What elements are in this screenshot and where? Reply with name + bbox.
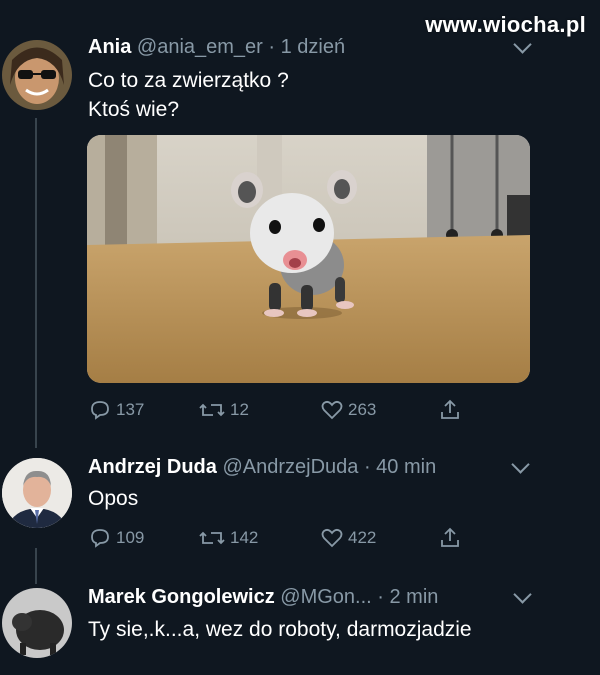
tweet-line: Ktoś wie? — [88, 98, 180, 121]
reply-count: 137 — [116, 400, 145, 419]
tweet-header: Ania @ania_em_er · 1 dzień — [88, 36, 345, 59]
author-handle[interactable]: @AndrzejDuda — [222, 456, 358, 478]
author-name[interactable]: Ania — [88, 36, 131, 58]
avatar[interactable] — [2, 458, 72, 528]
avatar[interactable] — [2, 588, 72, 658]
share-button[interactable] — [438, 396, 466, 424]
share-icon — [441, 527, 459, 547]
like-count: 263 — [348, 400, 377, 419]
tweet-actions: 109 142 422 — [88, 524, 488, 552]
avatar[interactable] — [2, 40, 72, 110]
reply-button[interactable]: 137 — [88, 396, 144, 424]
like-count: 422 — [348, 528, 377, 547]
reply-icon — [91, 529, 109, 548]
thread-line — [35, 118, 37, 448]
thread-line — [35, 548, 37, 584]
like-icon — [321, 528, 343, 548]
tweet-text: Opos — [88, 484, 138, 513]
share-icon — [441, 399, 459, 419]
chevron-down-icon[interactable] — [513, 585, 532, 604]
timestamp[interactable]: · 1 dzień — [268, 36, 345, 58]
retweet-button[interactable]: 142 — [198, 524, 258, 552]
like-button[interactable]: 263 — [320, 396, 376, 424]
author-handle[interactable]: @MGon... — [280, 586, 371, 608]
tweet-line: Opos — [88, 487, 139, 510]
author-name[interactable]: Andrzej Duda — [88, 456, 217, 478]
chevron-down-icon[interactable] — [513, 35, 532, 54]
watermark: www.wiocha.pl — [425, 12, 586, 37]
reply-icon — [91, 401, 109, 420]
tweet-line: Co to za zwierzątko ? — [88, 69, 289, 92]
retweet-count: 12 — [230, 400, 249, 419]
reply-button[interactable]: 109 — [88, 524, 144, 552]
like-icon — [321, 400, 343, 420]
timestamp[interactable]: · 40 min — [364, 456, 436, 478]
author-handle[interactable]: @ania_em_er — [137, 36, 263, 58]
retweet-button[interactable]: 12 — [198, 396, 249, 424]
retweet-icon — [199, 403, 225, 417]
tweet-photo[interactable] — [87, 135, 530, 383]
tweet-line: Ty sie,.k...a, wez do roboty, darmozjadz… — [88, 618, 472, 641]
timestamp[interactable]: · 2 min — [377, 586, 438, 608]
retweet-icon — [199, 531, 225, 545]
share-button[interactable] — [438, 524, 466, 552]
tweet-text: Co to za zwierzątko ? Ktoś wie? — [88, 66, 289, 124]
reply-count: 109 — [116, 528, 145, 547]
tweet-text: Ty sie,.k...a, wez do roboty, darmozjadz… — [88, 615, 472, 644]
author-name[interactable]: Marek Gongolewicz — [88, 586, 275, 608]
retweet-count: 142 — [230, 528, 259, 547]
tweet-actions: 137 12 263 — [88, 396, 488, 424]
like-button[interactable]: 422 — [320, 524, 376, 552]
chevron-down-icon[interactable] — [511, 455, 530, 474]
tweet-header: Marek Gongolewicz @MGon... · 2 min — [88, 586, 438, 609]
tweet-header: Andrzej Duda @AndrzejDuda · 40 min — [88, 456, 436, 479]
